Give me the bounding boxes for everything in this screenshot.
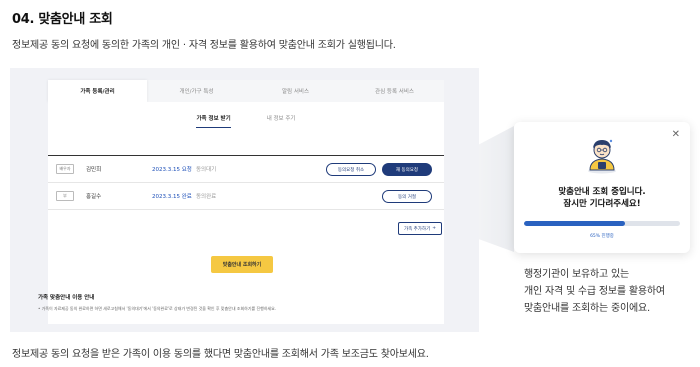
cancel-request-button[interactable]: 동의요청 취소	[326, 163, 376, 176]
subtabs: 가족 정보 받기 내 정보 주기	[48, 114, 444, 128]
worker-character-icon	[588, 139, 616, 174]
progress-fill	[524, 221, 626, 226]
consent-status: 동의완료	[196, 194, 217, 200]
notice-text: • 가족이 자료제공 동의 완료하면 하면 새로고침해서 '동의대기'에서 '동…	[38, 306, 277, 311]
lookup-button[interactable]: 맞춤안내 조회하기	[211, 256, 273, 273]
modal-title-line1: 맞춤안내 조회 중입니다.	[558, 187, 646, 197]
tab-personal-household[interactable]: 개인/가구 특성	[147, 80, 246, 102]
tab-interest-service[interactable]: 관심 등록 서비스	[345, 80, 444, 102]
add-family-button[interactable]: 가족 추가하기 +	[397, 222, 442, 235]
consent-status: 동의대기	[196, 167, 217, 173]
request-date: 2023.3.15 요청	[152, 167, 192, 173]
revoke-consent-button[interactable]: 동의 거절	[382, 190, 432, 203]
bottom-description: 정보제공 동의 요청을 받은 가족이 이용 동의를 했다면 맞춤안내를 조회해서…	[12, 349, 429, 360]
modal-title-line2: 잠시만 기다려주세요!	[563, 199, 641, 209]
tab-notification-service[interactable]: 알림 서비스	[246, 80, 345, 102]
progress-bar	[524, 221, 680, 226]
main-tabbar: 가족 등록/관리 개인/가구 특성 알림 서비스 관심 등록 서비스	[48, 80, 444, 102]
relation-badge: 부	[56, 191, 74, 201]
rerequest-button[interactable]: 재 동의요청	[382, 163, 432, 176]
loading-modal: ✕ 맞춤안내 조회 중입니다. 잠시만 기다려주세요! 65% 진행중	[514, 122, 690, 253]
family-name: 김민희	[86, 167, 102, 173]
close-icon[interactable]: ✕	[672, 129, 680, 140]
family-name: 홍길수	[86, 194, 102, 200]
progress-text: 65% 진행중	[590, 234, 614, 239]
side-caption-line1: 행정기관이 보유하고 있는	[524, 269, 629, 280]
tab-family-management[interactable]: 가족 등록/관리	[48, 80, 147, 102]
subtab-receive-info[interactable]: 가족 정보 받기	[196, 114, 231, 128]
subtab-give-info[interactable]: 내 정보 주기	[267, 114, 296, 128]
modal-title: 맞춤안내 조회 중입니다. 잠시만 기다려주세요!	[514, 186, 690, 210]
notice-title: 가족 맞춤안내 이용 안내	[38, 295, 95, 301]
family-row: 부 홍길수 2023.3.15 완료 동의완료 동의 거절	[48, 183, 444, 210]
request-date: 2023.3.15 완료	[152, 194, 192, 200]
add-family-label: 가족 추가하기	[403, 226, 431, 232]
side-caption: 행정기관이 보유하고 있는 개인 자격 및 수급 정보를 활용하여 맞춤안내를 …	[524, 266, 665, 317]
family-list: 배우자 김민희 2023.3.15 요청 동의대기 동의요청 취소 재 동의요청…	[48, 155, 444, 210]
family-panel: 가족 정보 받기 내 정보 주기 배우자 김민희 2023.3.15 요청 동의…	[48, 102, 444, 324]
relation-badge: 배우자	[56, 164, 74, 174]
family-row: 배우자 김민희 2023.3.15 요청 동의대기 동의요청 취소 재 동의요청	[48, 156, 444, 183]
side-caption-line3: 맞춤안내를 조회하는 중이에요.	[524, 303, 650, 314]
side-caption-line2: 개인 자격 및 수급 정보를 활용하여	[524, 286, 665, 297]
plus-icon: +	[432, 226, 436, 231]
